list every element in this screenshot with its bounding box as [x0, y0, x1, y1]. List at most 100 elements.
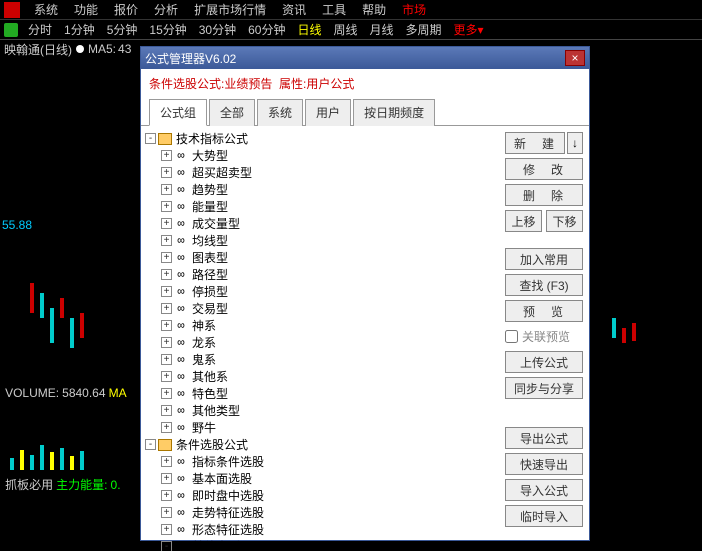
- tab-all[interactable]: 全部: [209, 99, 255, 126]
- assoc-preview-row[interactable]: 关联预览: [505, 326, 583, 347]
- new-button[interactable]: 新 建: [505, 132, 565, 154]
- dialog-titlebar[interactable]: 公式管理器V6.02 ×: [141, 47, 589, 69]
- assoc-preview-checkbox[interactable]: [505, 330, 518, 343]
- tree-node[interactable]: +∞龙系: [145, 334, 501, 351]
- tf-30m[interactable]: 30分钟: [193, 19, 242, 40]
- expand-icon[interactable]: +: [161, 286, 172, 297]
- menu-news[interactable]: 资讯: [274, 0, 314, 20]
- expand-icon[interactable]: +: [161, 184, 172, 195]
- menu-system[interactable]: 系统: [26, 0, 66, 20]
- delete-button[interactable]: 删 除: [505, 184, 583, 206]
- tf-60m[interactable]: 60分钟: [242, 19, 291, 40]
- expand-icon[interactable]: +: [161, 150, 172, 161]
- menu-help[interactable]: 帮助: [354, 0, 394, 20]
- sync-button[interactable]: 同步与分享: [505, 377, 583, 399]
- menu-analysis[interactable]: 分析: [146, 0, 186, 20]
- tree-node[interactable]: +∞能量型: [145, 198, 501, 215]
- expand-icon[interactable]: +: [161, 235, 172, 246]
- tree-node[interactable]: +∞野牛: [145, 419, 501, 436]
- find-button[interactable]: 查找 (F3): [505, 274, 583, 296]
- menu-ext-market[interactable]: 扩展市场行情: [186, 0, 274, 20]
- tree-node[interactable]: +∞基本面选股: [145, 470, 501, 487]
- close-button[interactable]: ×: [565, 50, 585, 66]
- expand-icon[interactable]: +: [161, 456, 172, 467]
- tf-5m[interactable]: 5分钟: [101, 19, 144, 40]
- new-dropdown-icon[interactable]: ↓: [567, 132, 583, 154]
- tree-node[interactable]: +∞其他类型: [145, 402, 501, 419]
- tree-node[interactable]: +∞大势型: [145, 147, 501, 164]
- collapse-icon[interactable]: -: [145, 133, 156, 144]
- tf-multi[interactable]: 多周期: [400, 19, 448, 40]
- vbar: [40, 445, 44, 470]
- tree-node[interactable]: +∞神系: [145, 317, 501, 334]
- expand-icon[interactable]: +: [161, 337, 172, 348]
- tf-day[interactable]: 日线: [291, 19, 327, 40]
- expand-icon[interactable]: +: [161, 524, 172, 535]
- tree-node-other-type[interactable]: - ∞ 其他类型: [145, 538, 501, 551]
- tf-15m[interactable]: 15分钟: [143, 19, 192, 40]
- tab-system[interactable]: 系统: [257, 99, 303, 126]
- collapse-icon[interactable]: -: [161, 541, 172, 551]
- expand-icon[interactable]: +: [161, 303, 172, 314]
- expand-icon[interactable]: +: [161, 252, 172, 263]
- export-button[interactable]: 导出公式: [505, 427, 583, 449]
- bottom-indicator: 抓板必用 主力能量: 0.: [2, 476, 121, 493]
- expand-icon[interactable]: +: [161, 201, 172, 212]
- formula-tree[interactable]: - 技术指标公式 +∞大势型+∞超买超卖型+∞趋势型+∞能量型+∞成交量型+∞均…: [141, 126, 505, 551]
- fast-export-button[interactable]: 快速导出: [505, 453, 583, 475]
- menu-quote[interactable]: 报价: [106, 0, 146, 20]
- expand-icon[interactable]: +: [161, 218, 172, 229]
- expand-icon[interactable]: +: [161, 388, 172, 399]
- modify-button[interactable]: 修 改: [505, 158, 583, 180]
- expand-icon[interactable]: +: [161, 473, 172, 484]
- expand-icon[interactable]: +: [161, 354, 172, 365]
- expand-icon[interactable]: +: [161, 167, 172, 178]
- expand-icon[interactable]: +: [161, 320, 172, 331]
- preview-button[interactable]: 预 览: [505, 300, 583, 322]
- tree-node[interactable]: +∞均线型: [145, 232, 501, 249]
- menu-tools[interactable]: 工具: [314, 0, 354, 20]
- assoc-preview-label: 关联预览: [522, 328, 570, 345]
- tree-root-tech[interactable]: - 技术指标公式: [145, 130, 501, 147]
- tree-node[interactable]: +∞形态特征选股: [145, 521, 501, 538]
- expand-icon[interactable]: +: [161, 422, 172, 433]
- tree-node[interactable]: +∞图表型: [145, 249, 501, 266]
- tree-node[interactable]: +∞走势特征选股: [145, 504, 501, 521]
- collapse-icon[interactable]: -: [145, 439, 156, 450]
- tf-week[interactable]: 周线: [327, 19, 363, 40]
- tree-node[interactable]: +∞鬼系: [145, 351, 501, 368]
- tree-node[interactable]: +∞交易型: [145, 300, 501, 317]
- tab-group[interactable]: 公式组: [149, 99, 207, 126]
- tab-user[interactable]: 用户: [305, 99, 351, 126]
- tree-node[interactable]: +∞停损型: [145, 283, 501, 300]
- tf-more[interactable]: 更多▾: [448, 19, 490, 40]
- move-up-button[interactable]: 上移: [505, 210, 542, 232]
- add-common-button[interactable]: 加入常用: [505, 248, 583, 270]
- upload-button[interactable]: 上传公式: [505, 351, 583, 373]
- menu-market[interactable]: 市场: [394, 0, 434, 20]
- tf-tick[interactable]: 分时: [22, 19, 58, 40]
- tree-node[interactable]: +∞超买超卖型: [145, 164, 501, 181]
- import-button[interactable]: 导入公式: [505, 479, 583, 501]
- menu-function[interactable]: 功能: [66, 0, 106, 20]
- expand-icon[interactable]: +: [161, 507, 172, 518]
- expand-icon[interactable]: +: [161, 405, 172, 416]
- expand-icon[interactable]: +: [161, 269, 172, 280]
- tf-month[interactable]: 月线: [364, 19, 400, 40]
- tree-node[interactable]: +∞其他系: [145, 368, 501, 385]
- tf-1m[interactable]: 1分钟: [58, 19, 101, 40]
- tree-node[interactable]: +∞趋势型: [145, 181, 501, 198]
- tree-node[interactable]: +∞即时盘中选股: [145, 487, 501, 504]
- expand-icon[interactable]: +: [161, 490, 172, 501]
- temp-import-button[interactable]: 临时导入: [505, 505, 583, 527]
- tree-node[interactable]: +∞成交量型: [145, 215, 501, 232]
- link-icon: ∞: [174, 540, 188, 551]
- move-down-button[interactable]: 下移: [546, 210, 583, 232]
- refresh-icon[interactable]: [4, 23, 18, 37]
- tree-node[interactable]: +∞路径型: [145, 266, 501, 283]
- expand-icon[interactable]: +: [161, 371, 172, 382]
- tab-date[interactable]: 按日期频度: [353, 99, 435, 126]
- tree-node[interactable]: +∞特色型: [145, 385, 501, 402]
- tree-node[interactable]: +∞指标条件选股: [145, 453, 501, 470]
- tree-root-cond[interactable]: - 条件选股公式: [145, 436, 501, 453]
